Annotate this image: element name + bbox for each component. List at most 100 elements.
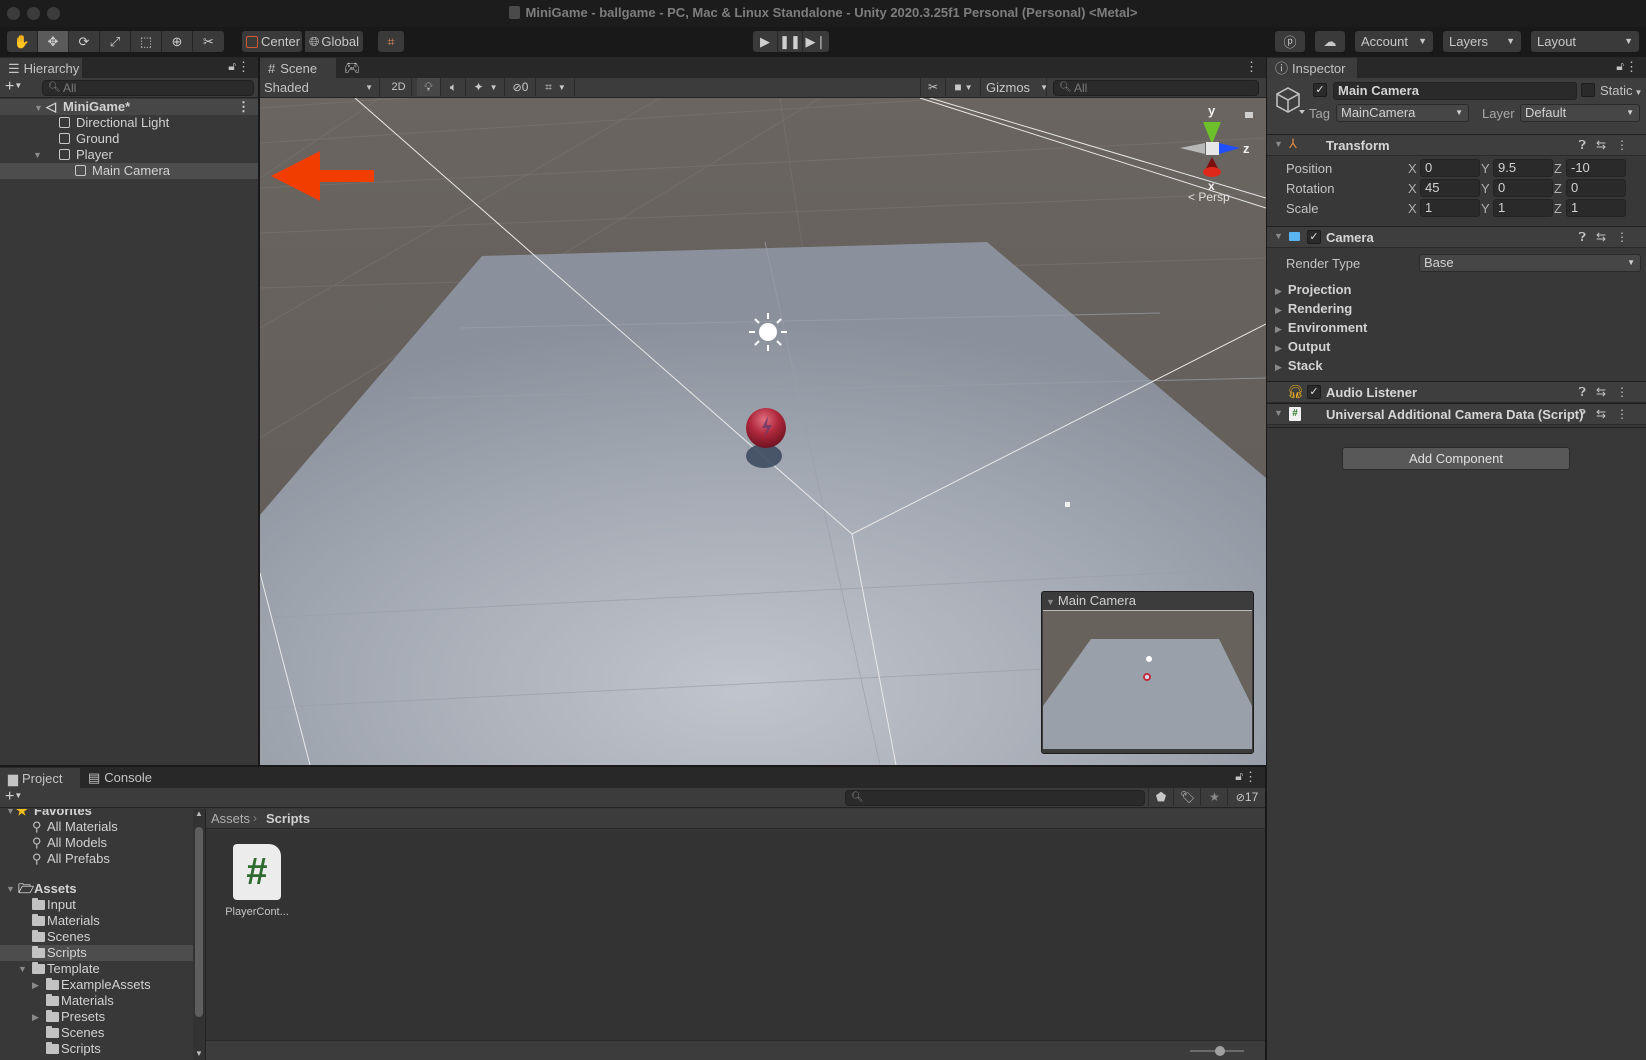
account-dropdown[interactable]: Account ▼	[1355, 31, 1433, 52]
layout-dropdown[interactable]: Layout ▼	[1531, 31, 1639, 52]
scroll-up-icon[interactable]: ▲	[195, 809, 203, 818]
grid-snap-button[interactable]: ⌗	[378, 31, 404, 52]
collapsed-triangle-icon[interactable]: ▶	[32, 977, 44, 993]
axis-y-label[interactable]: Y	[1481, 201, 1490, 216]
layer-dropdown[interactable]: Default ▼	[1520, 104, 1640, 122]
scene-row[interactable]: ▼ ◁ MiniGame* ⋮	[0, 99, 258, 115]
scene-viewport[interactable]: y z x < Persp ▼ Main Camera	[260, 98, 1266, 765]
toggle-2d-button[interactable]: 2D	[386, 78, 412, 96]
favorite-item[interactable]: ⚲ All Materials	[0, 819, 193, 835]
projection-toggle[interactable]: < Persp	[1188, 190, 1230, 204]
tab-scene[interactable]: # Scene	[260, 57, 336, 78]
asset-tree-item[interactable]: Scripts	[0, 1041, 193, 1057]
presets-icon[interactable]: ⇆	[1596, 407, 1616, 421]
create-plus-button[interactable]: +▼	[5, 78, 22, 96]
effects-dropdown[interactable]: ✦ ▼	[467, 78, 505, 96]
axis-z-label[interactable]: Z	[1554, 201, 1562, 216]
favorite-item[interactable]: ⚲ All Prefabs	[0, 851, 193, 867]
pause-button[interactable]: ❚❚	[778, 31, 803, 52]
gizmos-dropdown[interactable]: Gizmos ▼	[982, 78, 1048, 96]
rotate-tool-button[interactable]: ⟳	[69, 31, 100, 52]
scale-y-input[interactable]: 1	[1493, 199, 1553, 217]
position-z-input[interactable]: -10	[1566, 159, 1626, 177]
hierarchy-item[interactable]: ▼ Player	[0, 147, 258, 163]
audio-listener-header[interactable]: 🎧︎ ✓ Audio Listener ❓︎⇆⋮	[1267, 381, 1646, 403]
scene-menu-icon[interactable]: ⋮	[237, 99, 250, 115]
more-options-icon[interactable]: ⋮	[1616, 138, 1638, 152]
hidden-packages-toggle[interactable]: ⊘ 17	[1229, 788, 1265, 806]
help-icon[interactable]: ❓︎	[1579, 407, 1596, 421]
rotation-z-input[interactable]: 0	[1566, 179, 1626, 197]
asset-tree-item[interactable]: ▶ Presets	[0, 1009, 193, 1025]
rect-tool-button[interactable]: ⬚	[131, 31, 162, 52]
more-options-icon[interactable]: ⋮	[1625, 59, 1638, 75]
static-checkbox[interactable]	[1581, 83, 1595, 97]
search-by-type-button[interactable]: ⬟	[1148, 788, 1174, 806]
transform-tool-button[interactable]: ⊕	[162, 31, 193, 52]
pivot-global-toggle[interactable]: 🌐︎ Global	[305, 31, 363, 52]
asset-tree-item[interactable]: ▼ Template	[0, 961, 193, 977]
axis-x-label[interactable]: X	[1408, 161, 1417, 176]
axis-x-label[interactable]: X	[1408, 181, 1417, 196]
hierarchy-item[interactable]: Main Camera	[0, 163, 258, 179]
axis-x-label[interactable]: X	[1408, 201, 1417, 216]
tab-project[interactable]: ▆ Project	[0, 767, 80, 788]
collab-button[interactable]: ⓟ	[1275, 31, 1305, 52]
tab-inspector[interactable]: ⓘ Inspector	[1267, 57, 1357, 78]
help-icon[interactable]: ❓︎	[1579, 138, 1596, 152]
draw-mode-dropdown[interactable]: Shaded ▼	[260, 78, 380, 97]
camera-foldout-rendering[interactable]: ▶ Rendering	[1275, 301, 1352, 316]
camera-foldout-projection[interactable]: ▶ Projection	[1275, 282, 1352, 297]
assets-row[interactable]: ▼ 🗁︎ Assets	[0, 881, 193, 897]
orientation-gizmo[interactable]: y z x < Persp	[1170, 102, 1260, 204]
lock-icon[interactable]: 🔓︎	[228, 59, 236, 74]
hand-tool-button[interactable]: ✋	[7, 31, 38, 52]
help-icon[interactable]: ❓︎	[1579, 230, 1596, 244]
hierarchy-item[interactable]: Ground	[0, 131, 258, 147]
lock-icon[interactable]: 🔓︎	[1235, 769, 1243, 784]
tag-dropdown[interactable]: MainCamera ▼	[1336, 104, 1469, 122]
more-options-icon[interactable]: ⋮	[1616, 385, 1638, 399]
more-options-icon[interactable]: ⋮	[1616, 230, 1638, 244]
grid-dropdown[interactable]: ⌗ ▼	[537, 78, 575, 96]
create-plus-button[interactable]: +▼	[5, 788, 22, 806]
camera-enabled-checkbox[interactable]: ✓	[1307, 230, 1321, 244]
lock-icon[interactable]: 🔓︎	[1616, 59, 1624, 74]
collapse-triangle-icon[interactable]: ▼	[1046, 597, 1055, 607]
camera-header[interactable]: ▼ ✓ Camera ❓︎⇆⋮	[1267, 226, 1646, 248]
scale-x-input[interactable]: 1	[1420, 199, 1480, 217]
tab-hierarchy[interactable]: ☰ Hierarchy	[0, 57, 82, 78]
more-options-icon[interactable]: ⋮	[1244, 769, 1257, 785]
slider-thumb[interactable]	[1214, 1046, 1225, 1056]
hidden-objects-toggle[interactable]: ⊘ 0	[506, 78, 536, 96]
hierarchy-search-input[interactable]: 🔍︎ All	[42, 80, 254, 96]
audio-toggle[interactable]: 🔈︎	[442, 78, 466, 96]
scale-tool-button[interactable]: ⤢	[100, 31, 131, 52]
asset-tree-item[interactable]: ▶ ExampleAssets	[0, 977, 193, 993]
favorite-item[interactable]: ⚲ All Models	[0, 835, 193, 851]
step-button[interactable]: ▶❘	[803, 31, 829, 52]
pivot-center-toggle[interactable]: Center	[242, 31, 302, 52]
help-icon[interactable]: ❓︎	[1579, 385, 1596, 399]
more-options-icon[interactable]: ⋮	[1245, 59, 1258, 75]
camera-settings-dropdown[interactable]: ■ ▼	[947, 78, 981, 96]
add-component-button[interactable]: Add Component	[1342, 447, 1570, 470]
scrollbar-thumb[interactable]	[195, 827, 203, 1017]
project-search-input[interactable]: 🔍︎	[845, 790, 1145, 806]
move-tool-button[interactable]: ✥	[38, 31, 69, 52]
custom-tool-button[interactable]: ✂	[193, 31, 224, 52]
camera-foldout-output[interactable]: ▶ Output	[1275, 339, 1331, 354]
expanded-triangle-icon[interactable]: ▼	[18, 961, 30, 977]
transform-header[interactable]: ▼ ⅄ Transform ❓︎⇆⋮	[1267, 134, 1646, 156]
axis-z-label[interactable]: Z	[1554, 161, 1562, 176]
favorites-row[interactable]: ▼ ★ Favorites	[0, 809, 193, 819]
position-x-input[interactable]: 0	[1420, 159, 1480, 177]
hierarchy-item[interactable]: Directional Light	[0, 115, 258, 131]
camera-preview-window[interactable]: ▼ Main Camera	[1041, 591, 1254, 754]
cloud-button[interactable]: ☁	[1315, 31, 1345, 52]
lighting-toggle[interactable]: 💡︎	[417, 78, 441, 96]
play-button[interactable]: ▶	[753, 31, 778, 52]
rotation-x-input[interactable]: 45	[1420, 179, 1480, 197]
script-component-header[interactable]: ▼ # Universal Additional Camera Data (Sc…	[1267, 403, 1646, 425]
layers-dropdown[interactable]: Layers ▼	[1443, 31, 1521, 52]
